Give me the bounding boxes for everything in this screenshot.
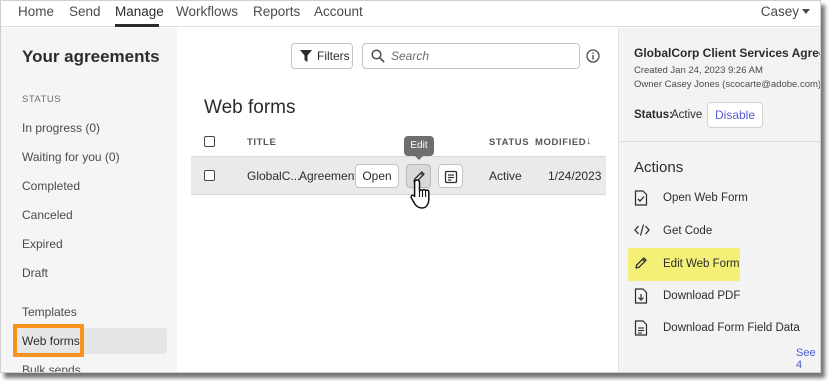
search-icon [371,49,385,63]
disable-button[interactable]: Disable [707,102,763,128]
owner-info: Owner Casey Jones (scocarte@adobe.com) [634,79,821,90]
action-get-code[interactable]: Get Code [634,222,819,242]
row-modified: 1/24/2023 [548,169,602,183]
panel-divider [619,141,820,142]
table-header: TITLE STATUS MODIFIED ↓ [191,131,606,153]
open-button[interactable]: Open [355,164,399,188]
see-more-link[interactable]: See 4 [796,347,820,371]
action-edit-web-form[interactable]: Edit Web Form [628,248,740,281]
nav-workflows[interactable]: Workflows [176,4,238,19]
document-check-icon [634,190,648,206]
row-type: Agreement [299,169,358,183]
user-name: Casey [760,4,799,19]
agreement-title: GlobalCorp Client Services Agreement [634,46,820,60]
document-data-icon [634,320,648,336]
nav-account[interactable]: Account [314,4,363,19]
action-label: Get Code [663,225,713,237]
sidebar-item-templates[interactable]: Templates [22,305,77,319]
action-label: Edit Web Form [663,258,740,270]
created-date: Created Jan 24, 2023 9:26 AM [634,65,763,76]
details-panel: GlobalCorp Client Services Agreement Cre… [618,28,821,372]
sidebar-item-bulk-sends[interactable]: Bulk sends [22,363,81,372]
filter-icon [300,50,312,62]
edit-tooltip: Edit [404,136,434,160]
sidebar: Your agreements STATUS In progress (0) W… [1,28,177,372]
pencil-icon [635,257,647,269]
status-value: Active [671,109,703,121]
nav-home[interactable]: Home [18,4,54,19]
nav-send[interactable]: Send [69,4,101,19]
select-all-checkbox[interactable] [204,136,215,147]
row-title: GlobalC... [247,169,301,183]
sidebar-item-expired[interactable]: Expired [22,237,63,251]
column-title[interactable]: TITLE [247,137,276,148]
row-checkbox[interactable] [204,170,215,181]
table-row[interactable]: GlobalC... Agreement Open Active 1/24/20… [191,156,606,195]
column-modified[interactable]: MODIFIED [535,137,586,148]
page-title: Web forms [204,97,296,118]
action-label: Download Form Field Data [663,322,800,334]
action-label: Open Web Form [663,192,748,204]
hand-cursor-icon [410,179,430,209]
action-label: Download PDF [663,290,741,302]
sidebar-item-canceled[interactable]: Canceled [22,208,73,222]
nav-manage[interactable]: Manage [115,4,164,19]
action-open-web-form[interactable]: Open Web Form [634,189,819,209]
action-download-form-field-data[interactable]: Download Form Field Data [634,319,819,339]
chevron-down-icon [802,9,810,14]
app-window: Home Send Manage Workflows Reports Accou… [0,0,821,373]
filters-label: Filters [317,49,350,63]
nav-active-indicator [115,24,159,27]
row-status: Active [489,169,522,183]
status-section-label: STATUS [22,94,62,105]
status-label: Status: [634,109,673,121]
sidebar-title: Your agreements [22,47,160,66]
notes-button[interactable] [438,164,463,188]
code-icon [634,224,650,236]
action-download-pdf[interactable]: Download PDF [634,287,819,307]
document-download-icon [634,288,648,304]
sidebar-item-draft[interactable]: Draft [22,266,48,280]
search-field[interactable] [362,43,580,69]
actions-heading: Actions [634,159,684,176]
notes-icon [444,170,458,184]
sidebar-item-in-progress[interactable]: In progress (0) [22,121,100,135]
sidebar-item-completed[interactable]: Completed [22,179,80,193]
filters-button[interactable]: Filters [291,43,353,69]
column-status[interactable]: STATUS [489,137,529,148]
info-icon[interactable] [586,49,600,63]
sidebar-item-waiting[interactable]: Waiting for you (0) [22,150,120,164]
search-input[interactable] [391,47,571,65]
user-menu[interactable]: Casey [761,4,810,19]
sort-down-icon[interactable]: ↓ [586,135,592,147]
annotation-highlight-box [13,324,84,357]
top-nav: Home Send Manage Workflows Reports Accou… [1,1,820,27]
nav-reports[interactable]: Reports [253,4,300,19]
